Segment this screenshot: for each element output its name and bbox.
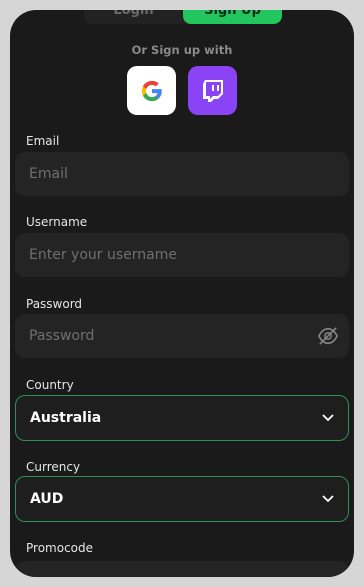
username-field[interactable]	[15, 233, 349, 277]
google-icon	[141, 80, 162, 101]
google-signup-button[interactable]	[127, 66, 176, 115]
twitch-icon	[202, 79, 223, 102]
signup-screen: Login Sign Up Or Sign up with Email User…	[10, 10, 354, 577]
email-label: Email	[26, 134, 60, 148]
promocode-label: Promocode	[26, 541, 94, 555]
country-label: Country	[26, 378, 74, 392]
chevron-down-icon	[322, 414, 334, 422]
email-field[interactable]	[15, 152, 349, 196]
promocode-field[interactable]	[15, 561, 349, 577]
currency-select[interactable]: AUD	[15, 476, 349, 522]
country-value: Australia	[30, 410, 102, 426]
tab-login[interactable]: Login	[84, 10, 183, 24]
twitch-signup-button[interactable]	[188, 66, 237, 115]
password-input[interactable]	[27, 327, 337, 345]
password-field[interactable]	[15, 314, 349, 358]
chevron-down-icon	[322, 495, 334, 503]
username-label: Username	[26, 215, 88, 229]
email-input[interactable]	[27, 165, 337, 183]
eye-off-icon[interactable]	[317, 326, 339, 346]
social-row	[10, 66, 354, 115]
currency-value: AUD	[30, 491, 64, 507]
tab-signup[interactable]: Sign Up	[183, 10, 282, 24]
social-caption: Or Sign up with	[131, 43, 233, 57]
username-input[interactable]	[27, 246, 337, 264]
password-label: Password	[26, 297, 83, 311]
auth-tabs: Login Sign Up	[84, 10, 282, 24]
currency-label: Currency	[26, 460, 81, 474]
country-select[interactable]: Australia	[15, 395, 349, 441]
